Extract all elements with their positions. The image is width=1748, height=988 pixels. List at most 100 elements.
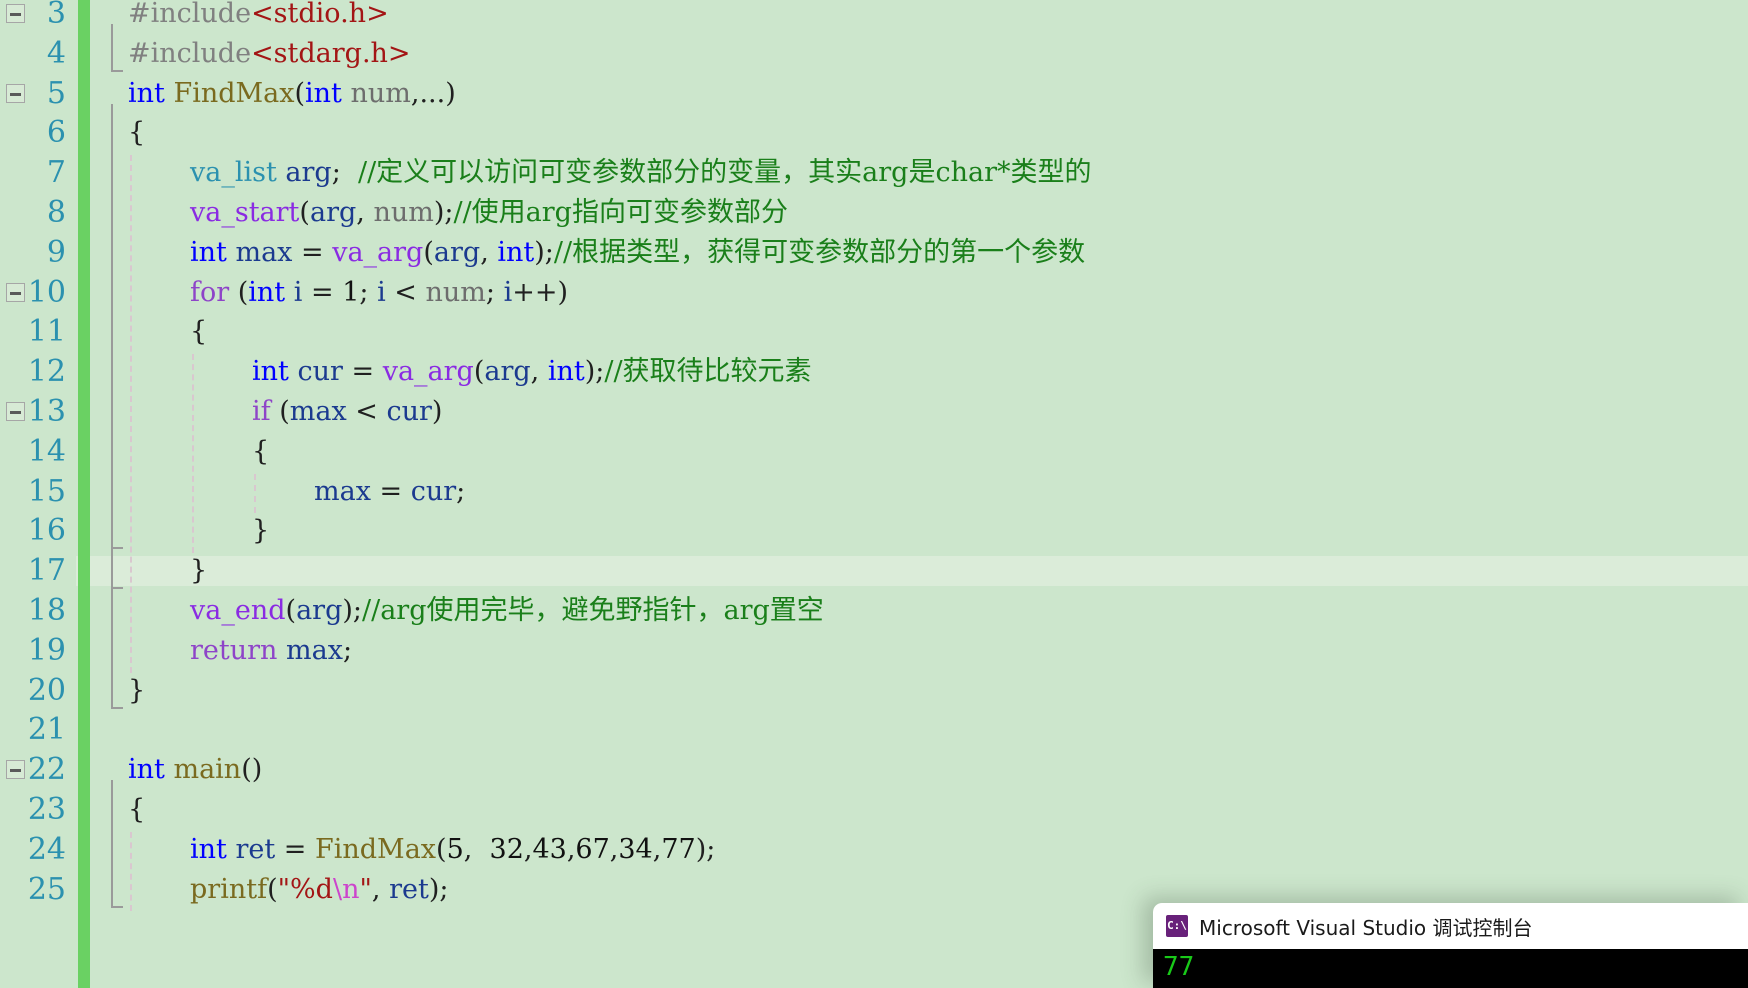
fold-toggle-5[interactable] (6, 83, 25, 103)
code-line[interactable]: #include<stdarg.h> (96, 34, 1748, 74)
code-token: //定义可以访问可变参数部分的变量，其实arg是char*类型的 (357, 157, 1092, 189)
code-token: { (190, 316, 208, 348)
code-token: " (359, 873, 372, 905)
debug-console-window[interactable]: C:\ Microsoft Visual Studio 调试控制台 77 (1153, 903, 1748, 988)
line-number: 17 (27, 553, 66, 589)
code-token: 67 (575, 833, 610, 865)
code-line[interactable]: max = cur; (96, 472, 1748, 512)
code-token: max (286, 634, 343, 666)
code-token: , (480, 236, 498, 268)
code-token: = (292, 236, 333, 268)
code-line[interactable]: int main() (96, 750, 1748, 790)
code-token: 34 (618, 833, 653, 865)
code-token: ; (342, 634, 353, 666)
console-title-bar[interactable]: C:\ Microsoft Visual Studio 调试控制台 (1153, 903, 1748, 949)
code-token: ); (584, 356, 605, 388)
code-token: #include (128, 0, 252, 29)
code-token: { (128, 794, 146, 825)
code-token: int (128, 754, 165, 786)
code-token: printf (190, 873, 268, 905)
code-line[interactable]: for (int i = 1; i < num; i++) (96, 273, 1748, 313)
code-token: ( (423, 236, 434, 268)
code-token: ,...) (410, 77, 456, 109)
code-line[interactable]: #include<stdio.h> (96, 0, 1748, 34)
code-line[interactable]: { (96, 790, 1748, 830)
code-token: int (128, 77, 165, 109)
code-line[interactable]: int FindMax(int num,...) (96, 74, 1748, 114)
code-token: if (252, 396, 271, 427)
code-token: int (305, 77, 342, 109)
code-token: ); (342, 595, 362, 626)
code-line[interactable]: return max; (96, 631, 1748, 671)
code-line[interactable] (96, 710, 1748, 750)
code-token: } (190, 555, 208, 587)
code-token: <stdio.h> (251, 0, 389, 29)
code-token: , (371, 873, 390, 905)
code-token: return (190, 634, 278, 666)
code-token: num (373, 197, 434, 228)
code-token: FindMax (315, 833, 437, 865)
code-token: ret (235, 833, 276, 865)
code-token: //使用arg指向可变参数部分 (453, 197, 788, 228)
code-token: ; (485, 276, 504, 308)
code-line[interactable]: int ret = FindMax(5, 32,43,67,34,77); (96, 830, 1748, 870)
change-indicator-bar (78, 0, 90, 988)
code-token: ; (331, 157, 358, 189)
code-line[interactable]: } (96, 551, 1748, 591)
code-line[interactable]: if (max < cur) (96, 392, 1748, 432)
code-line[interactable]: int max = va_arg(arg, int);//根据类型，获得可变参数… (96, 233, 1748, 273)
code-token: arg (484, 356, 531, 388)
code-token: < (385, 276, 426, 308)
code-token: \n (332, 873, 360, 905)
line-number: 14 (27, 433, 66, 469)
code-token: num (350, 77, 411, 109)
code-token: } (252, 515, 270, 547)
code-token: int (190, 833, 227, 865)
code-token: va_list (190, 157, 277, 189)
code-token: va_arg (382, 356, 474, 388)
code-text-area[interactable]: #include<stdio.h> #include<stdarg.h> int F… (96, 0, 1748, 988)
line-number-gutter: 3 4 5 6 7 8 9 10 11 12 13 14 15 16 17 18 19 20 21 22 23 24 25 (0, 0, 76, 988)
code-token: 32 (489, 833, 524, 865)
line-number: 9 (46, 234, 66, 270)
code-line[interactable]: va_list arg; //定义可以访问可变参数部分的变量，其实arg是cha… (96, 153, 1748, 193)
code-token: arg (433, 236, 481, 268)
fold-toggle-13[interactable] (6, 402, 25, 421)
line-number: 16 (27, 513, 66, 549)
code-editor[interactable]: 3 4 5 6 7 8 9 10 11 12 13 14 15 16 17 18 19 20 21 22 23 24 25 … (0, 0, 1748, 988)
code-line[interactable]: int cur = va_arg(arg, int);//获取待比较元素 (96, 352, 1748, 392)
code-token: main (173, 754, 242, 786)
code-line[interactable]: va_start(arg, num);//使用arg指向可变参数部分 (96, 193, 1748, 233)
code-line[interactable]: } (96, 511, 1748, 551)
code-token: num (425, 276, 486, 308)
fold-toggle-10[interactable] (6, 282, 25, 302)
fold-toggle-22[interactable] (6, 760, 25, 780)
code-line[interactable]: va_end(arg);//arg使用完毕，避免野指针，arg置空 (96, 591, 1748, 631)
code-token: ; (359, 276, 378, 308)
console-output-area[interactable]: 77 (1153, 949, 1748, 988)
code-token: int (547, 356, 585, 388)
code-token: } (128, 674, 146, 706)
fold-toggle-3[interactable] (6, 4, 25, 23)
code-token: arg (285, 157, 332, 189)
code-token: "%d (277, 873, 333, 905)
code-line[interactable]: { (96, 432, 1748, 472)
code-token: int (497, 236, 535, 268)
code-token: va_start (190, 197, 300, 228)
code-token: max (235, 236, 293, 268)
code-token: ); (534, 236, 554, 268)
code-token: va_end (190, 595, 286, 626)
code-token: 1 (342, 276, 360, 308)
code-token: arg (296, 595, 343, 626)
code-token: ( (436, 833, 447, 865)
code-line[interactable]: { (96, 312, 1748, 352)
code-token: max (289, 396, 347, 427)
code-token: , (463, 833, 490, 865)
code-line[interactable]: } (96, 671, 1748, 711)
code-line[interactable]: { (96, 113, 1748, 153)
code-token: ( (294, 77, 306, 109)
code-token: ret (389, 873, 429, 905)
line-number: 6 (46, 115, 66, 151)
